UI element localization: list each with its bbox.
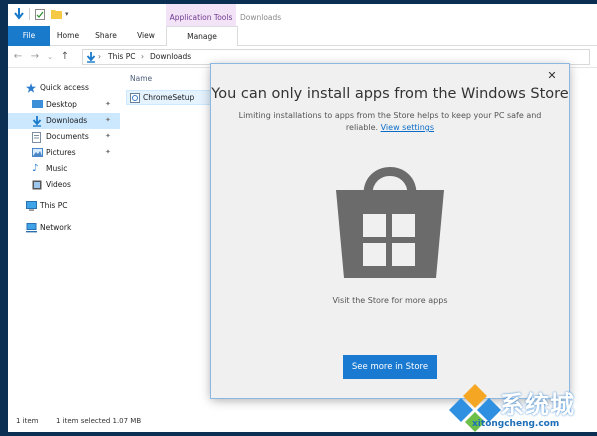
- quick-access-toolbar: ▾ Downloads: [8, 4, 597, 26]
- star-icon: [26, 83, 36, 93]
- separator: [29, 8, 30, 20]
- nav-item-downloads[interactable]: Downloads ✦: [8, 113, 120, 129]
- store-bag-icon: [330, 156, 450, 281]
- nav-item-network[interactable]: Network: [8, 220, 120, 236]
- tab-manage[interactable]: Manage: [166, 26, 238, 48]
- context-group-label: Application Tools: [169, 13, 233, 22]
- nav-item-label: Network: [40, 223, 72, 232]
- nav-item-videos[interactable]: Videos: [8, 177, 120, 193]
- forward-arrow-icon[interactable]: →: [29, 50, 41, 64]
- dialog-title: You can only install apps from the Windo…: [211, 86, 569, 102]
- column-header-name[interactable]: Name: [130, 74, 152, 83]
- computer-icon: [26, 201, 37, 211]
- store-hint: Visit the Store for more apps: [332, 296, 448, 305]
- nav-item-label: Downloads: [46, 116, 88, 125]
- window-title: Downloads: [240, 13, 282, 22]
- list-item[interactable]: ChromeSetup: [126, 90, 220, 105]
- tab-home[interactable]: Home: [54, 26, 82, 46]
- close-icon[interactable]: ✕: [545, 69, 559, 83]
- pin-icon[interactable]: ✦: [105, 148, 111, 156]
- tab-view[interactable]: View: [132, 26, 160, 46]
- watermark-url: xitongcheng.com: [472, 419, 560, 429]
- network-icon: [26, 223, 37, 233]
- navigation-pane: Quick access Desktop ✦ Downloads ✦ Docum…: [8, 68, 120, 408]
- nav-item-label: Music: [46, 164, 68, 173]
- store-only-dialog: ✕ You can only install apps from the Win…: [211, 64, 569, 398]
- breadcrumb-this-pc[interactable]: This PC: [108, 52, 135, 61]
- documents-icon: [32, 132, 42, 143]
- videos-icon: [32, 180, 42, 190]
- tab-share[interactable]: Share: [92, 26, 120, 46]
- desktop-icon: [32, 100, 43, 110]
- music-icon: ♪: [32, 163, 39, 174]
- back-arrow-icon[interactable]: ←: [12, 50, 24, 64]
- pin-icon[interactable]: ✦: [105, 100, 111, 108]
- customize-toolbar-icon[interactable]: ▾: [65, 10, 69, 18]
- nav-item-this-pc[interactable]: This PC: [8, 198, 120, 214]
- recent-locations-icon[interactable]: ⌄: [44, 50, 56, 64]
- up-arrow-icon[interactable]: ↑: [59, 50, 71, 64]
- pictures-icon: [32, 148, 43, 158]
- nav-item-label: Desktop: [46, 100, 77, 109]
- properties-icon[interactable]: [35, 9, 45, 20]
- nav-item-label: Quick access: [40, 83, 89, 92]
- down-arrow-icon[interactable]: [14, 8, 24, 21]
- pin-icon[interactable]: ✦: [105, 132, 111, 140]
- status-selection: 1 item selected 1.07 MB: [56, 417, 142, 425]
- download-icon: [32, 116, 42, 127]
- new-folder-icon[interactable]: [51, 9, 62, 19]
- nav-item-label: Documents: [46, 132, 89, 141]
- download-icon: [86, 52, 96, 63]
- address-box[interactable]: › This PC › Downloads: [82, 49, 590, 65]
- status-item-count: 1 item: [16, 417, 39, 425]
- tab-file[interactable]: File: [8, 26, 50, 46]
- nav-item-pictures[interactable]: Pictures ✦: [8, 145, 120, 161]
- nav-item-documents[interactable]: Documents ✦: [8, 129, 120, 145]
- installer-icon: [130, 93, 140, 103]
- breadcrumb-downloads[interactable]: Downloads: [150, 52, 191, 61]
- pin-icon[interactable]: ✦: [105, 116, 111, 124]
- breadcrumb-separator: ›: [141, 52, 144, 61]
- nav-item-desktop[interactable]: Desktop ✦: [8, 97, 120, 113]
- watermark-text: 系统城: [500, 391, 575, 419]
- nav-item-music[interactable]: ♪ Music: [8, 161, 120, 177]
- nav-item-quick-access[interactable]: Quick access: [8, 80, 120, 96]
- view-settings-link[interactable]: View settings: [381, 123, 434, 132]
- nav-item-label: Pictures: [46, 148, 76, 157]
- ribbon-tabs: File Home Share View Manage: [8, 26, 597, 48]
- see-more-in-store-button[interactable]: See more in Store: [343, 355, 437, 379]
- dialog-body: Limiting installations to apps from the …: [231, 110, 549, 134]
- file-name: ChromeSetup: [143, 93, 195, 102]
- nav-item-label: Videos: [46, 180, 71, 189]
- breadcrumb-separator: ›: [98, 52, 101, 61]
- nav-item-label: This PC: [40, 201, 68, 210]
